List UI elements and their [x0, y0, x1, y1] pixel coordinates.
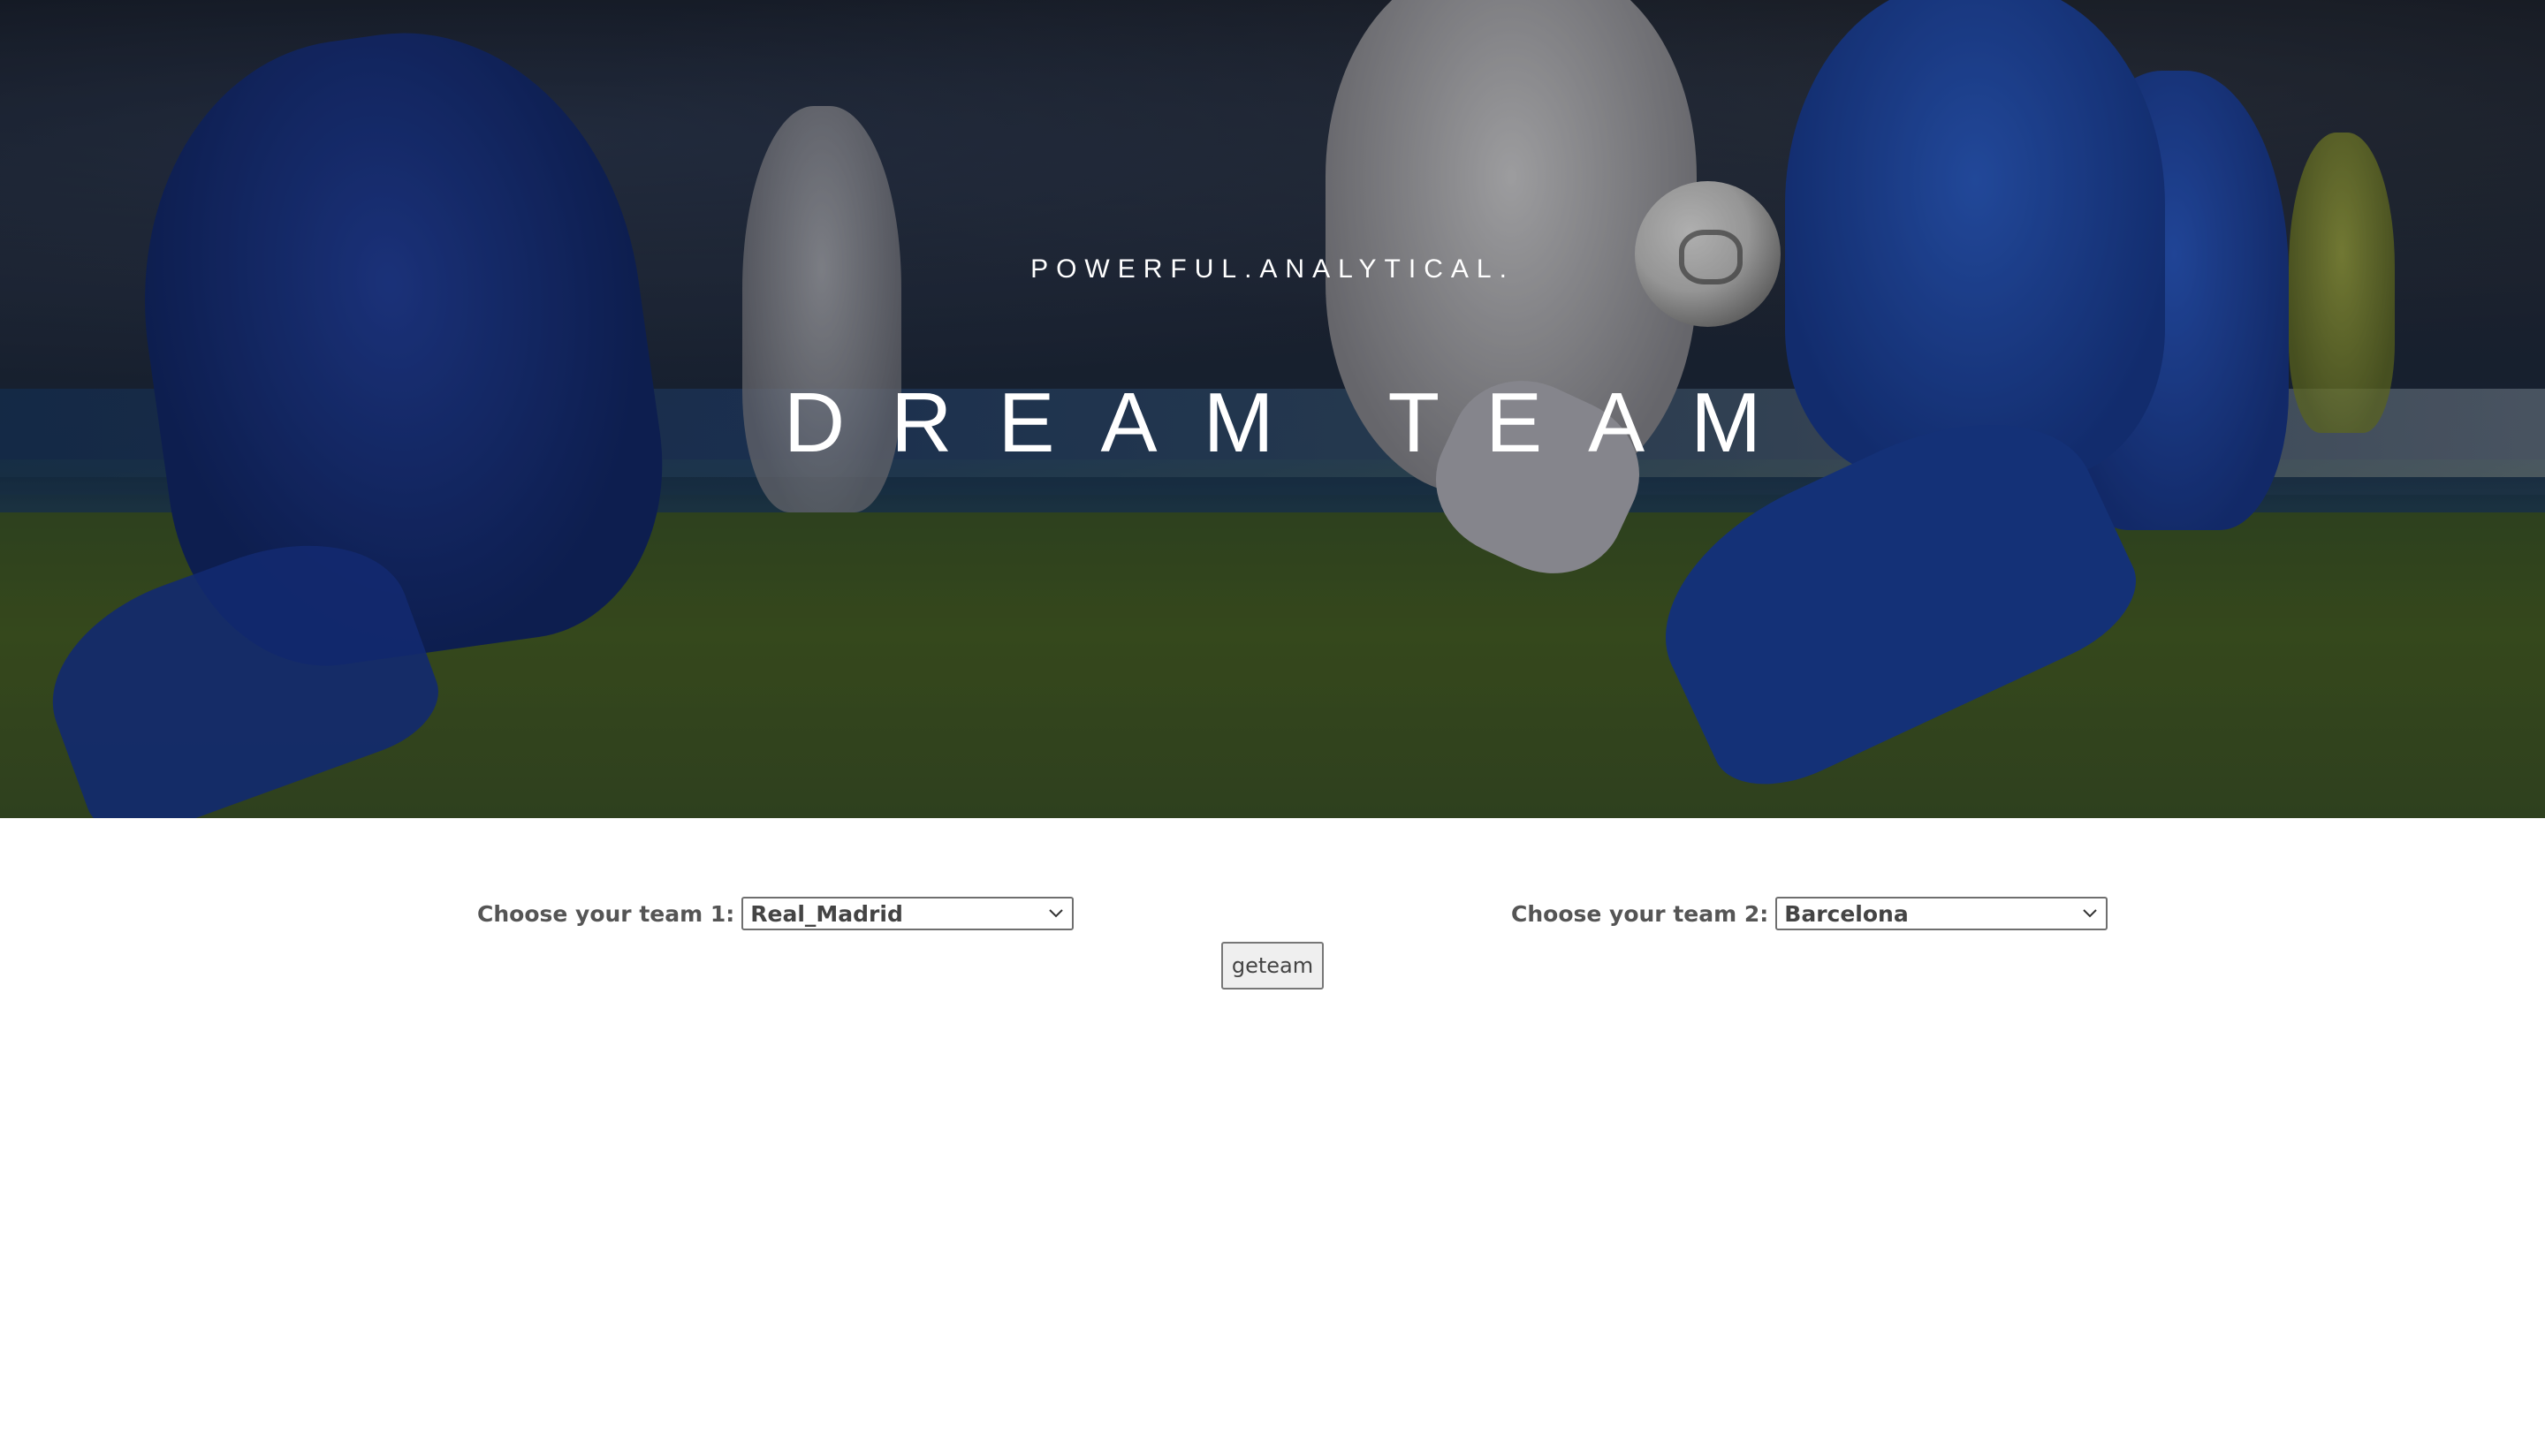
team1-select[interactable]: Real_Madrid [741, 897, 1075, 930]
hero-title: DREAM TEAM [783, 375, 1808, 470]
team1-selector-group: Choose your team 1: Real_Madrid [477, 892, 1075, 935]
team1-label: Choose your team 1: [477, 900, 735, 927]
geteam-button[interactable]: geteam [1221, 942, 1324, 990]
chevron-down-icon [1047, 905, 1065, 922]
hero-banner: POWERFUL.ANALYTICAL. DREAM TEAM [0, 0, 2545, 818]
team2-selected-value: Barcelona [1784, 900, 1909, 927]
team1-selected-value: Real_Madrid [750, 900, 903, 927]
chevron-down-icon [2081, 905, 2099, 922]
team2-select[interactable]: Barcelona [1775, 897, 2108, 930]
hero-tagline: POWERFUL.ANALYTICAL. [1030, 254, 1515, 284]
team2-label: Choose your team 2: [1511, 900, 1769, 927]
team2-selector-group: Choose your team 2: Barcelona [1511, 892, 2108, 935]
